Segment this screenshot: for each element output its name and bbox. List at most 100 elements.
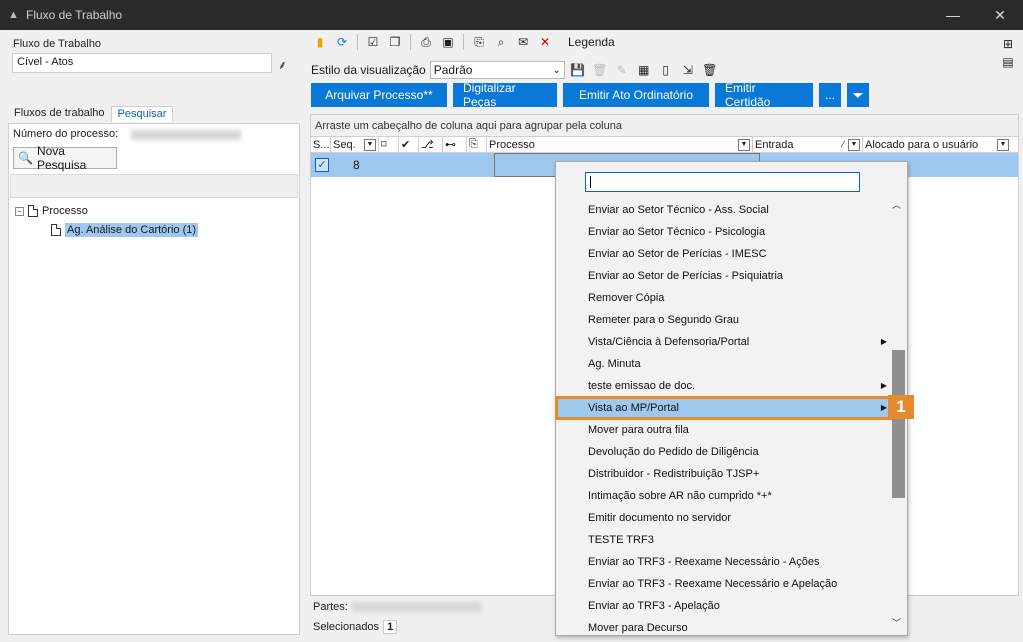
search-icon: 🔍 [18, 151, 33, 165]
toolbar-separator [463, 34, 464, 50]
view-style-value: Padrão [433, 63, 473, 77]
print-icon[interactable]: ⎙ [417, 33, 435, 51]
menu-item[interactable]: Enviar ao TRF3 - Apelação [556, 595, 891, 617]
col-processo[interactable]: Processo ▼ [487, 137, 753, 152]
menu-item[interactable]: Remover Cópia [556, 287, 891, 309]
col-entrada[interactable]: Entrada ∕ ▼ [753, 137, 863, 152]
menu-item-label: Vista ao MP/Portal [588, 402, 679, 414]
close-icon[interactable]: ✕ [977, 0, 1023, 30]
chevron-down-icon: ⌄ [552, 64, 561, 76]
col-check[interactable]: ✔ [399, 137, 419, 152]
chevron-down-icon[interactable]: ﹀ [892, 616, 901, 629]
menu-item[interactable]: Enviar ao TRF3 - Reexame Necessário - Aç… [556, 551, 891, 573]
list-view-icon[interactable]: ▤ [999, 53, 1017, 71]
refresh-icon[interactable]: ⟳ [333, 33, 351, 51]
row-checkbox[interactable]: ✓ [315, 158, 329, 172]
partes-label: Partes: [313, 601, 348, 613]
toolbar-separator [357, 34, 358, 50]
view-style-row: Estilo da visualização Padrão ⌄ 💾 🗑 ✎ ▦ … [311, 60, 719, 80]
menu-item[interactable]: Enviar ao TRF3 - Reexame Necessário e Ap… [556, 573, 891, 595]
trash-icon[interactable]: 🗑 [701, 61, 719, 79]
col-alocado[interactable]: Alocado para o usuário ▼ [863, 137, 1011, 152]
col-select[interactable]: S... [311, 137, 331, 152]
legend-label[interactable]: Legenda [568, 35, 615, 49]
check-all-icon[interactable]: ☑ [364, 33, 382, 51]
menu-item[interactable]: teste emissao de doc. ▶ [556, 375, 891, 397]
copy-icon[interactable]: ❐ [386, 33, 404, 51]
menu-item[interactable]: Mover para outra fila [556, 419, 891, 441]
archive-process-button[interactable]: Arquivar Processo** [311, 83, 447, 107]
delete-disabled-icon: 🗑 [592, 63, 608, 77]
scrollbar-thumb[interactable] [892, 350, 905, 498]
action-buttons: Arquivar Processo** Digitalizar Peças Em… [311, 81, 869, 109]
menu-item[interactable]: Vista ao MP/Portal ▶ [555, 396, 892, 420]
view-style-select[interactable]: Padrão ⌄ [429, 61, 565, 79]
tab-pesquisar[interactable]: Pesquisar [110, 106, 174, 122]
submenu-arrow-icon: ▶ [880, 381, 887, 390]
menu-item-label: Enviar ao Setor Técnico - Psicologia [588, 226, 766, 238]
menu-item[interactable]: Mover para Decurso [556, 617, 891, 639]
menu-search-input[interactable] [585, 172, 860, 192]
col-link[interactable]: ⊷ [443, 137, 467, 152]
comment-icon[interactable]: ✉ [514, 33, 532, 51]
menu-item-label: Remover Cópia [588, 292, 665, 304]
minimize-icon[interactable]: — [930, 0, 976, 30]
menu-item[interactable]: Enviar ao Setor de Perícias - IMESC [556, 243, 891, 265]
menu-item[interactable]: Enviar ao Setor de Perícias - Psiquiatri… [556, 265, 891, 287]
export-icon[interactable]: ⇲ [679, 61, 697, 79]
tab-fluxos[interactable]: Fluxos de trabalho [8, 106, 111, 122]
filter-icon[interactable]: ⏷ [847, 83, 869, 107]
menu-item-label: Emitir documento no servidor [588, 512, 732, 524]
pages-icon[interactable]: ▯ [657, 61, 675, 79]
menu-item[interactable]: Distribuidor - Redistribuição TJSP+ [556, 463, 891, 485]
flow-icon: ⎇ [421, 139, 434, 151]
emit-certificate-button[interactable]: Emitir Certidão [715, 81, 813, 109]
pin-icon[interactable]: ⸙ [278, 56, 287, 73]
menu-item[interactable]: Enviar ao Setor Técnico - Psicologia [556, 221, 891, 243]
more-button[interactable]: ... [819, 83, 841, 107]
submenu-arrow-icon: ▶ [880, 337, 887, 346]
filter-dropdown-icon[interactable]: ▼ [364, 138, 376, 151]
digitize-button[interactable]: Digitalizar Peças [453, 81, 557, 109]
menu-item[interactable]: Remeter para o Segundo Grau [556, 309, 891, 331]
workflow-select[interactable]: Cível - Atos [12, 53, 272, 73]
menu-item[interactable]: Emitir documento no servidor [556, 507, 891, 529]
tree-child[interactable]: Ag. Análise do Cartório (1) [51, 223, 199, 237]
toolbar-separator [410, 34, 411, 50]
col-flow[interactable]: ⎇ [419, 137, 443, 152]
title-bar: ▲ Fluxo de Trabalho — ✕ [0, 0, 1023, 30]
col-seq[interactable]: Seq. ▼ [331, 137, 379, 152]
col-docs[interactable]: ⎘ [467, 137, 487, 152]
chevron-up-icon[interactable]: ︿ [892, 198, 901, 211]
menu-item[interactable]: Intimação sobre AR não cumprido *+* [556, 485, 891, 507]
menu-item-label: Intimação sobre AR não cumprido *+* [588, 490, 772, 502]
collapse-icon[interactable]: − [15, 206, 24, 216]
menu-item[interactable]: Enviar ao Setor Técnico - Ass. Social [556, 199, 891, 221]
document-add-icon[interactable]: ⎘ [470, 33, 488, 51]
emit-ordinatory-button[interactable]: Emitir Ato Ordinatório [563, 83, 709, 107]
excel-icon[interactable]: ▦ [635, 61, 653, 79]
menu-item[interactable]: TESTE TRF3 [556, 529, 891, 551]
document-search-icon[interactable]: ⌕ [492, 33, 510, 51]
save-icon[interactable]: 💾 [569, 61, 587, 79]
search-results-bar [10, 174, 298, 198]
filter-dropdown-icon[interactable]: ▼ [848, 138, 860, 151]
menu-item-label: Enviar ao Setor de Perícias - Psiquiatri… [588, 270, 784, 282]
menu-item[interactable]: Ag. Minuta [556, 353, 891, 375]
tree-view-icon[interactable]: ⊞ [999, 35, 1017, 53]
left-tabs: Fluxos de trabalho Pesquisar [8, 106, 174, 122]
menu-item-label: Remeter para o Segundo Grau [588, 314, 740, 326]
folder-icon[interactable]: ▮ [311, 33, 329, 51]
tree-root-label: Processo [42, 205, 88, 217]
save-print-icon[interactable]: ▣ [439, 33, 457, 51]
new-search-button[interactable]: 🔍 Nova Pesquisa [13, 144, 117, 172]
tree-root[interactable]: − Processo [15, 205, 88, 217]
text-caret [590, 176, 591, 188]
menu-item[interactable]: Vista/Ciência à Defensoria/Portal ▶ [556, 331, 891, 353]
col-bookmark[interactable]: ⌑ [379, 137, 399, 152]
menu-item[interactable]: Devolução do Pedido de Diligência [556, 441, 891, 463]
comment-remove-icon[interactable]: ✕ [536, 33, 554, 51]
filter-dropdown-icon[interactable]: ▼ [997, 138, 1009, 151]
menu-item-label: Enviar ao Setor de Perícias - IMESC [588, 248, 767, 260]
filter-dropdown-icon[interactable]: ▼ [738, 138, 750, 151]
